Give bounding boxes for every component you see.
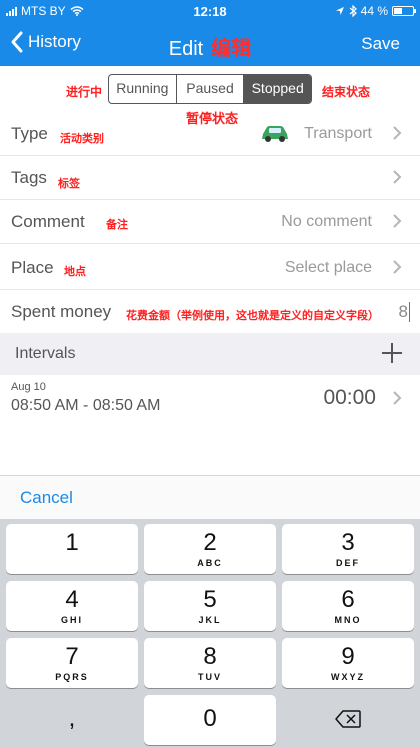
type-value: Transport	[304, 125, 372, 142]
annotation-spent-money: 花费金额（举例使用，这也就是定义的自定义字段）	[126, 310, 379, 322]
chevron-right-icon	[392, 213, 402, 229]
place-label: Place	[11, 258, 54, 277]
tags-label: Tags	[11, 168, 47, 187]
annotation-comment: 备注	[106, 219, 128, 231]
navigation-bar: History Edit 编辑 Save	[0, 22, 420, 66]
battery-icon	[392, 6, 416, 16]
intervals-header: Intervals	[0, 333, 420, 375]
spent-money-input[interactable]: 8	[399, 302, 410, 322]
spent-money-label: Spent money	[11, 302, 112, 321]
comment-label: Comment	[11, 212, 85, 231]
segment-running[interactable]: Running	[109, 75, 177, 103]
place-value: Select place	[284, 259, 372, 276]
spent-money-row: Spent money 花费金额（举例使用，这也就是定义的自定义字段） 8	[0, 290, 420, 334]
annotation-stopped: 结束状态	[322, 85, 371, 99]
key-4[interactable]: 4 GHI	[6, 581, 138, 631]
intervals-label: Intervals	[15, 345, 76, 362]
interval-item[interactable]: Aug 10 08:50 AM - 08:50 AM 00:00	[0, 375, 420, 425]
key-6[interactable]: 6 MNO	[282, 581, 414, 631]
chevron-right-icon	[392, 169, 402, 185]
interval-date: Aug 10	[11, 381, 46, 393]
key-3[interactable]: 3 DEF	[282, 524, 414, 574]
cancel-button[interactable]: Cancel	[20, 488, 73, 508]
status-bar: MTS BY 12:18 44 %	[0, 0, 420, 22]
add-interval-button[interactable]	[380, 341, 404, 365]
numeric-keypad: 1 2 ABC 3 DEF 4 GHI 5 JKL 6 MNO 7 PQRS 8 TUV 9W…	[0, 519, 420, 748]
type-label: Type	[11, 124, 48, 143]
annotation-type: 活动类别	[60, 133, 104, 145]
annotation-place: 地点	[64, 266, 86, 278]
key-2[interactable]: 2 ABC	[144, 524, 276, 574]
location-icon	[335, 7, 344, 15]
save-button[interactable]: Save	[361, 34, 400, 54]
battery-percent: 44 %	[360, 4, 388, 18]
interval-duration: 00:00	[323, 386, 376, 409]
key-9[interactable]: 9 WXYZ	[282, 638, 414, 688]
key-8[interactable]: 8 TUV	[144, 638, 276, 688]
backspace-icon	[335, 710, 361, 728]
car-icon	[262, 126, 288, 142]
annotation-running: 进行中	[66, 85, 103, 99]
key-comma[interactable]: ,	[6, 695, 138, 745]
app-header: MTS BY 12:18 44 % History Edit 编辑 Save	[0, 0, 420, 66]
state-segmented-control: Running Paused Stopped	[108, 74, 312, 104]
chevron-right-icon	[392, 125, 402, 141]
key-1[interactable]: 1	[6, 524, 138, 574]
title-annotation: 编辑	[211, 38, 252, 60]
annotation-tags: 标签	[58, 178, 80, 190]
delete-key[interactable]	[282, 695, 414, 745]
interval-range: 08:50 AM - 08:50 AM	[11, 397, 161, 414]
page-title: Edit 编辑	[168, 38, 252, 60]
chevron-right-icon	[392, 259, 402, 275]
comment-row[interactable]: Comment 备注 No comment	[0, 200, 420, 244]
type-row[interactable]: Type 活动类别 Transport	[0, 112, 420, 156]
comment-value: No comment	[281, 213, 372, 230]
tags-row[interactable]: Tags 标签	[0, 156, 420, 200]
key-7[interactable]: 7 PQRS	[6, 638, 138, 688]
segment-stopped[interactable]: Stopped	[244, 75, 311, 103]
segment-paused[interactable]: Paused	[177, 75, 245, 103]
key-5[interactable]: 5 JKL	[144, 581, 276, 631]
keyboard-toolbar: Cancel	[0, 475, 420, 519]
place-row[interactable]: Place 地点 Select place	[0, 246, 420, 290]
bluetooth-icon	[349, 5, 357, 17]
key-0[interactable]: 0	[144, 695, 276, 745]
chevron-right-icon	[392, 390, 402, 411]
